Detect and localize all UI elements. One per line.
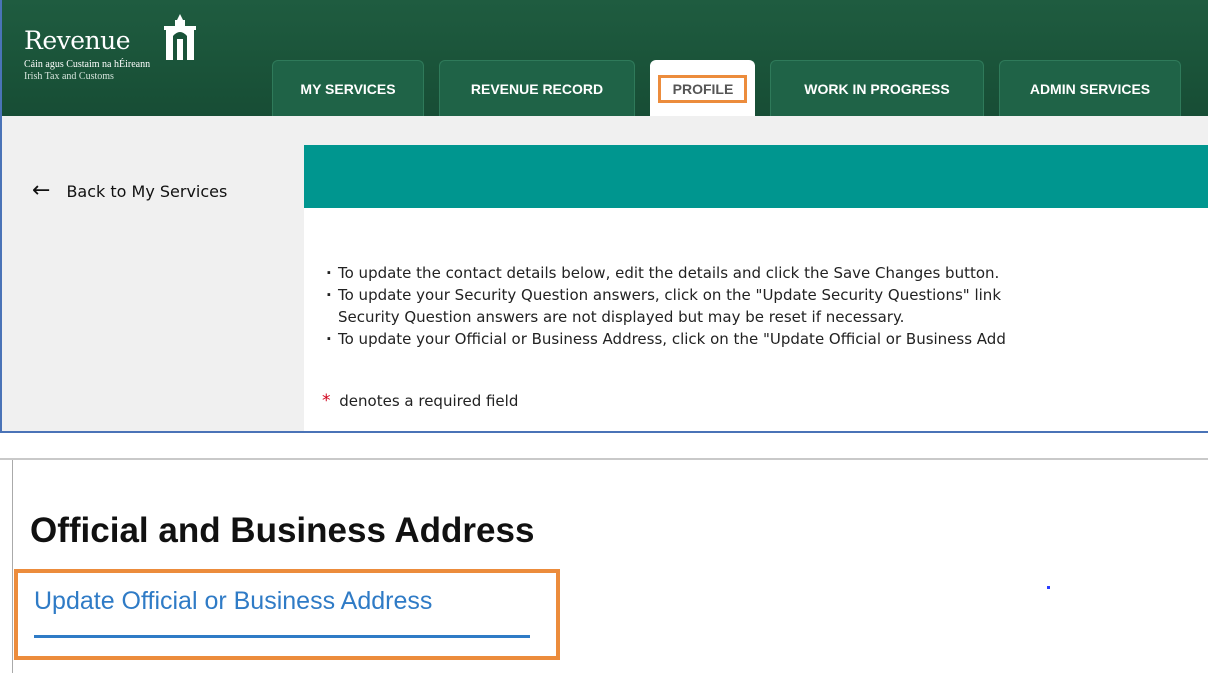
link-underline xyxy=(34,635,530,638)
update-address-link[interactable]: Update Official or Business Address xyxy=(34,587,432,616)
stray-dot xyxy=(1047,586,1050,589)
required-star: * xyxy=(322,391,331,411)
back-link-label: Back to My Services xyxy=(66,181,228,201)
tab-label: REVENUE RECORD xyxy=(470,80,604,97)
revenue-logo-text: Revenue xyxy=(24,26,131,55)
logo-subtitle-irish: Cáin agus Custaim na hÉireann xyxy=(24,59,151,70)
tab-admin-services[interactable]: ADMIN SERVICES xyxy=(999,60,1181,116)
instruction-item: To update the contact details below, edi… xyxy=(326,262,1006,284)
arrow-left-icon: ← xyxy=(32,178,51,203)
revenue-logo-icon xyxy=(164,14,196,60)
back-to-my-services-link[interactable]: ← Back to My Services xyxy=(32,180,227,202)
tab-label: PROFILE xyxy=(657,74,748,103)
panel-edge-line xyxy=(12,460,13,673)
tab-label: WORK IN PROGRESS xyxy=(804,80,950,97)
site-header: Revenue Cáin agus Custaim na hÉireann Ir… xyxy=(2,0,1208,116)
sub-header-bar xyxy=(2,116,1208,145)
instruction-item-continued: Security Question answers are not displa… xyxy=(338,308,905,326)
required-field-note: * denotes a required field xyxy=(322,391,518,411)
tab-revenue-record[interactable]: REVENUE RECORD xyxy=(439,60,635,116)
tab-label: ADMIN SERVICES xyxy=(1029,80,1151,97)
section-heading: Official and Business Address xyxy=(30,511,535,550)
address-section-screen: Official and Business Address Update Off… xyxy=(0,458,1208,673)
logo-subtitle-english: Irish Tax and Customs xyxy=(24,71,114,82)
tab-profile[interactable]: PROFILE xyxy=(650,60,755,116)
instructions-list: To update the contact details below, edi… xyxy=(326,262,1006,350)
instruction-item: To update your Security Question answers… xyxy=(326,284,1006,306)
revenue-profile-screen: Revenue Cáin agus Custaim na hÉireann Ir… xyxy=(0,0,1208,433)
instruction-item: To update your Official or Business Addr… xyxy=(326,328,1006,350)
update-link-highlight: Update Official or Business Address xyxy=(14,569,560,660)
required-note-text: denotes a required field xyxy=(339,392,519,410)
tab-my-services[interactable]: MY SERVICES xyxy=(272,60,424,116)
tab-label: MY SERVICES xyxy=(300,80,396,97)
page-banner xyxy=(304,145,1208,208)
tab-work-in-progress[interactable]: WORK IN PROGRESS xyxy=(770,60,984,116)
profile-content: To update the contact details below, edi… xyxy=(304,208,1208,431)
sidebar: ← Back to My Services xyxy=(2,145,304,431)
